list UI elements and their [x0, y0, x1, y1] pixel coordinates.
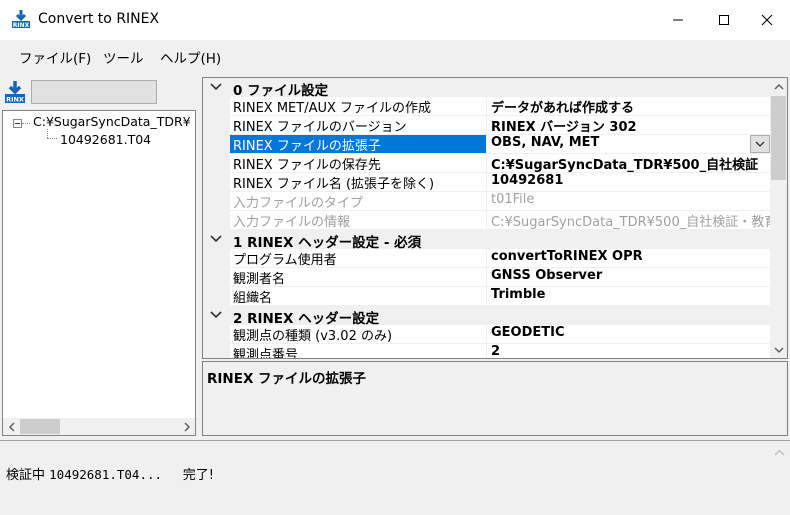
category-label: 1 RINEX ヘッダー設定 - 必須 [233, 235, 422, 251]
property-value: C:¥SugarSyncData_TDR¥500_自社検証・教育 [491, 215, 770, 229]
property-value[interactable]: データがあれば作成する [488, 97, 770, 115]
property-row-selected[interactable]: RINEX ファイルの拡張子 OBS, NAV, MET [230, 135, 770, 154]
category-header-required[interactable]: 1 RINEX ヘッダー設定 - 必須 [203, 230, 770, 251]
property-value[interactable]: C:¥SugarSyncData_TDR¥500_自社検証 [488, 154, 770, 172]
dropdown-button[interactable] [750, 135, 770, 153]
minimize-button[interactable] [655, 0, 701, 40]
property-value[interactable]: RINEX バージョン 302 [488, 116, 770, 134]
minimize-icon [673, 19, 683, 21]
property-row[interactable]: 観測点番号 2 [230, 344, 770, 358]
chevron-down-icon[interactable] [209, 231, 223, 247]
property-description: RINEX ファイルの拡張子 [202, 361, 788, 436]
chevron-down-icon [755, 141, 765, 147]
log-prefix: 検証中 [6, 468, 50, 483]
property-value[interactable]: convertToRINEX OPR [488, 249, 770, 267]
property-row-disabled: 入力ファイルのタイプ t01File [230, 192, 770, 211]
scroll-up-icon[interactable] [770, 78, 787, 95]
category-label: 2 RINEX ヘッダー設定 [233, 311, 380, 327]
menu-tools[interactable]: ツール [103, 47, 144, 67]
description-title: RINEX ファイルの拡張子 [207, 371, 367, 387]
grid-vertical-scrollbar[interactable] [770, 78, 787, 358]
property-value[interactable]: Trimble [488, 287, 770, 305]
file-tree: C:¥SugarSyncData_TDR¥ 10492681.T04 [2, 110, 196, 436]
svg-text:RINX: RINX [6, 96, 24, 104]
property-row-disabled: 入力ファイルの情報 C:¥SugarSyncData_TDR¥500_自社検証・… [230, 211, 770, 230]
menu-file[interactable]: ファイル(F) [19, 47, 91, 67]
scroll-up-icon[interactable] [771, 444, 788, 461]
svg-text:RINX: RINX [13, 22, 30, 29]
menu-help[interactable]: ヘルプ(H) [160, 47, 221, 67]
property-row[interactable]: RINEX ファイル名 (拡張子を除く) 10492681 [230, 173, 770, 192]
property-name: 観測者名 [230, 268, 487, 286]
property-name: RINEX ファイルのバージョン [230, 116, 487, 134]
category-header-settings[interactable]: 2 RINEX ヘッダー設定 [203, 306, 770, 327]
property-value[interactable]: 10492681 [488, 173, 770, 191]
log-file: 10492681.T04... [49, 467, 163, 482]
log-status: 完了! [182, 468, 214, 483]
category-label: 0 ファイル設定 [233, 83, 329, 99]
property-value[interactable]: OBS, NAV, MET [488, 135, 770, 153]
toolbar-field[interactable] [31, 80, 157, 104]
property-name: 入力ファイルの情報 [230, 211, 487, 229]
menu-bar: ファイル(F) ツール ヘルプ(H) [0, 40, 790, 70]
property-name: RINEX ファイル名 (拡張子を除く) [230, 173, 487, 191]
log-output: 検証中 10492681.T04... 完了! [0, 440, 790, 515]
property-name: RINEX ファイルの拡張子 [230, 135, 487, 153]
close-icon [761, 14, 773, 26]
scrollbar-thumb[interactable] [771, 96, 786, 180]
property-row[interactable]: RINEX MET/AUX ファイルの作成 データがあれば作成する [230, 97, 770, 116]
left-panel: RINX C:¥SugarSyncData_TDR¥ 10492681.T04 [0, 76, 198, 436]
scrollbar-thumb[interactable] [20, 419, 60, 434]
property-row[interactable]: RINEX ファイルの保存先 C:¥SugarSyncData_TDR¥500_… [230, 154, 770, 173]
property-value: t01File [491, 192, 535, 207]
scroll-right-icon[interactable] [178, 418, 195, 435]
log-vertical-scrollbar[interactable] [771, 444, 788, 515]
rinex-app-icon: RINX [11, 9, 31, 29]
category-file-settings[interactable]: 0 ファイル設定 [203, 78, 770, 99]
property-value[interactable]: 2 [488, 344, 770, 358]
property-row[interactable]: RINEX ファイルのバージョン RINEX バージョン 302 [230, 116, 770, 135]
property-row[interactable]: 組織名 Trimble [230, 287, 770, 306]
tree-file-item[interactable]: 10492681.T04 [60, 132, 151, 147]
chevron-down-icon[interactable] [209, 79, 223, 95]
property-name: 観測点の種類 (v3.02 のみ) [230, 325, 487, 343]
property-name: 観測点番号 [230, 344, 487, 358]
maximize-button[interactable] [701, 0, 747, 40]
title-bar: RINX Convert to RINEX [0, 0, 790, 40]
property-value[interactable]: GNSS Observer [488, 268, 770, 286]
chevron-down-icon[interactable] [209, 307, 223, 323]
property-row[interactable]: プログラム使用者 convertToRINEX OPR [230, 249, 770, 268]
rinex-download-icon[interactable]: RINX [4, 80, 26, 104]
property-row[interactable]: 観測者名 GNSS Observer [230, 268, 770, 287]
window-title: Convert to RINEX [38, 11, 160, 27]
close-button[interactable] [744, 0, 790, 40]
scroll-down-icon[interactable] [770, 341, 787, 358]
scroll-left-icon[interactable] [3, 418, 20, 435]
property-name: RINEX MET/AUX ファイルの作成 [230, 97, 487, 115]
maximize-icon [719, 15, 729, 25]
property-name: 組織名 [230, 287, 487, 305]
property-name: プログラム使用者 [230, 249, 487, 267]
property-value[interactable]: GEODETIC [488, 325, 770, 343]
property-name: RINEX ファイルの保存先 [230, 154, 487, 172]
property-row[interactable]: 観測点の種類 (v3.02 のみ) GEODETIC [230, 325, 770, 344]
log-line: 検証中 10492681.T04... 完了! [6, 464, 214, 483]
tree-root-folder[interactable]: C:¥SugarSyncData_TDR¥ [33, 114, 191, 129]
collapse-expander[interactable] [13, 119, 22, 128]
tree-horizontal-scrollbar[interactable] [3, 418, 195, 435]
property-name: 入力ファイルのタイプ [230, 192, 487, 210]
property-grid: 0 ファイル設定 RINEX MET/AUX ファイルの作成 データがあれば作成… [202, 77, 788, 359]
